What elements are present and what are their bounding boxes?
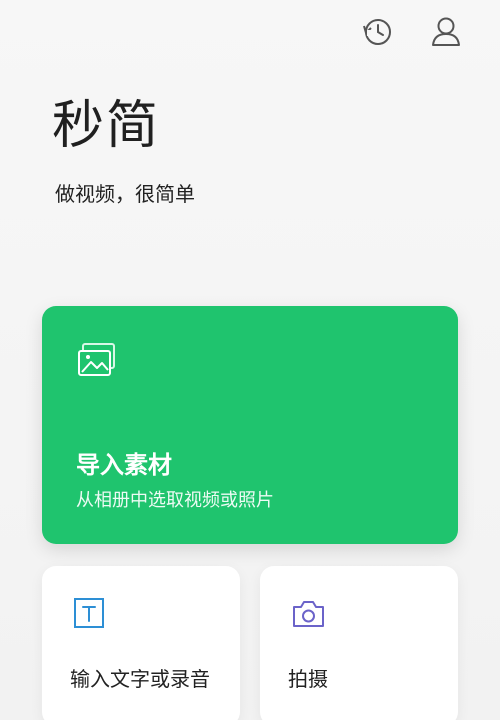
shoot-label: 拍摄 bbox=[288, 667, 328, 691]
text-input-card[interactable]: 输入文字或录音 bbox=[42, 566, 240, 720]
home-screen: 秒简 做视频，很简单 导入素材 从相册中选取视频或照片 输入文字或录音 拍摄 bbox=[0, 0, 500, 720]
text-input-label: 输入文字或录音 bbox=[70, 667, 210, 691]
shoot-card[interactable]: 拍摄 bbox=[260, 566, 458, 720]
import-title: 导入素材 bbox=[76, 451, 172, 479]
profile-icon bbox=[432, 17, 460, 46]
image-icon bbox=[78, 343, 115, 376]
profile-button[interactable] bbox=[426, 12, 466, 52]
app-logo-title: 秒简 bbox=[52, 96, 161, 156]
history-button[interactable] bbox=[357, 12, 397, 52]
app-slogan: 做视频，很简单 bbox=[55, 182, 195, 206]
import-subtitle: 从相册中选取视频或照片 bbox=[76, 490, 274, 511]
history-icon bbox=[363, 19, 391, 45]
import-media-card[interactable]: 导入素材 从相册中选取视频或照片 bbox=[42, 306, 458, 544]
text-icon bbox=[74, 598, 104, 628]
camera-icon bbox=[293, 601, 324, 627]
